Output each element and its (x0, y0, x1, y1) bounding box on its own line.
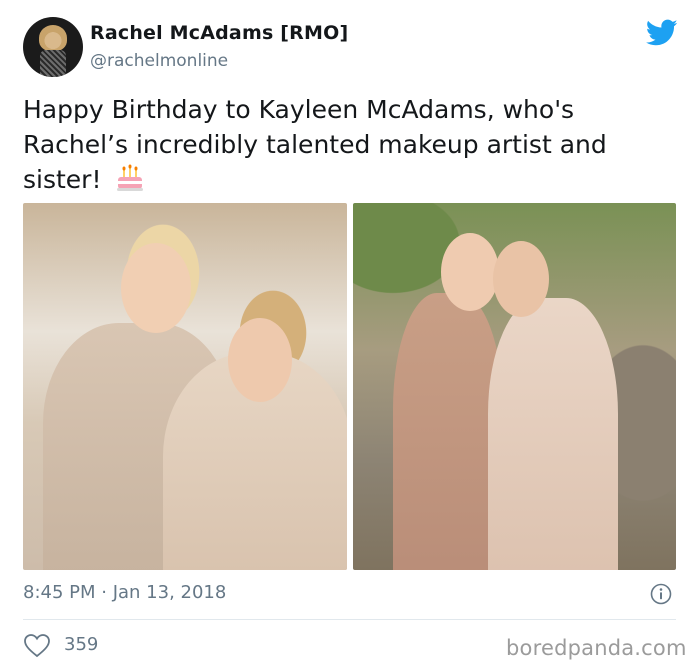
photo-face (228, 318, 292, 402)
tweet-timestamp[interactable]: 8:45 PM · Jan 13, 2018 (23, 582, 226, 603)
photo-face (121, 243, 191, 333)
like-count[interactable]: 359 (64, 634, 98, 655)
tweet-body: Happy Birthday to Kayleen McAdams, who's… (23, 95, 607, 194)
tweet-text: Happy Birthday to Kayleen McAdams, who's… (23, 92, 673, 197)
avatar-hair (39, 25, 67, 51)
photo-face (441, 233, 499, 311)
photo-face (493, 241, 549, 317)
author-handle[interactable]: @rachelmonline (90, 51, 228, 71)
avatar-dress (40, 50, 66, 77)
watermark: boredpanda.com (506, 636, 687, 660)
author-name[interactable]: Rachel McAdams [RMO] (90, 22, 348, 44)
tweet-photo-2[interactable] (353, 203, 676, 570)
divider (23, 619, 676, 620)
info-icon[interactable] (650, 583, 672, 605)
twitter-bird-icon[interactable] (646, 19, 678, 47)
birthday-cake-icon (117, 164, 144, 191)
photo-figure (488, 298, 618, 570)
tweet-photo-1[interactable] (23, 203, 347, 570)
photo-figure (393, 293, 503, 570)
like-heart-icon[interactable] (24, 634, 50, 658)
author-avatar[interactable] (23, 17, 83, 77)
